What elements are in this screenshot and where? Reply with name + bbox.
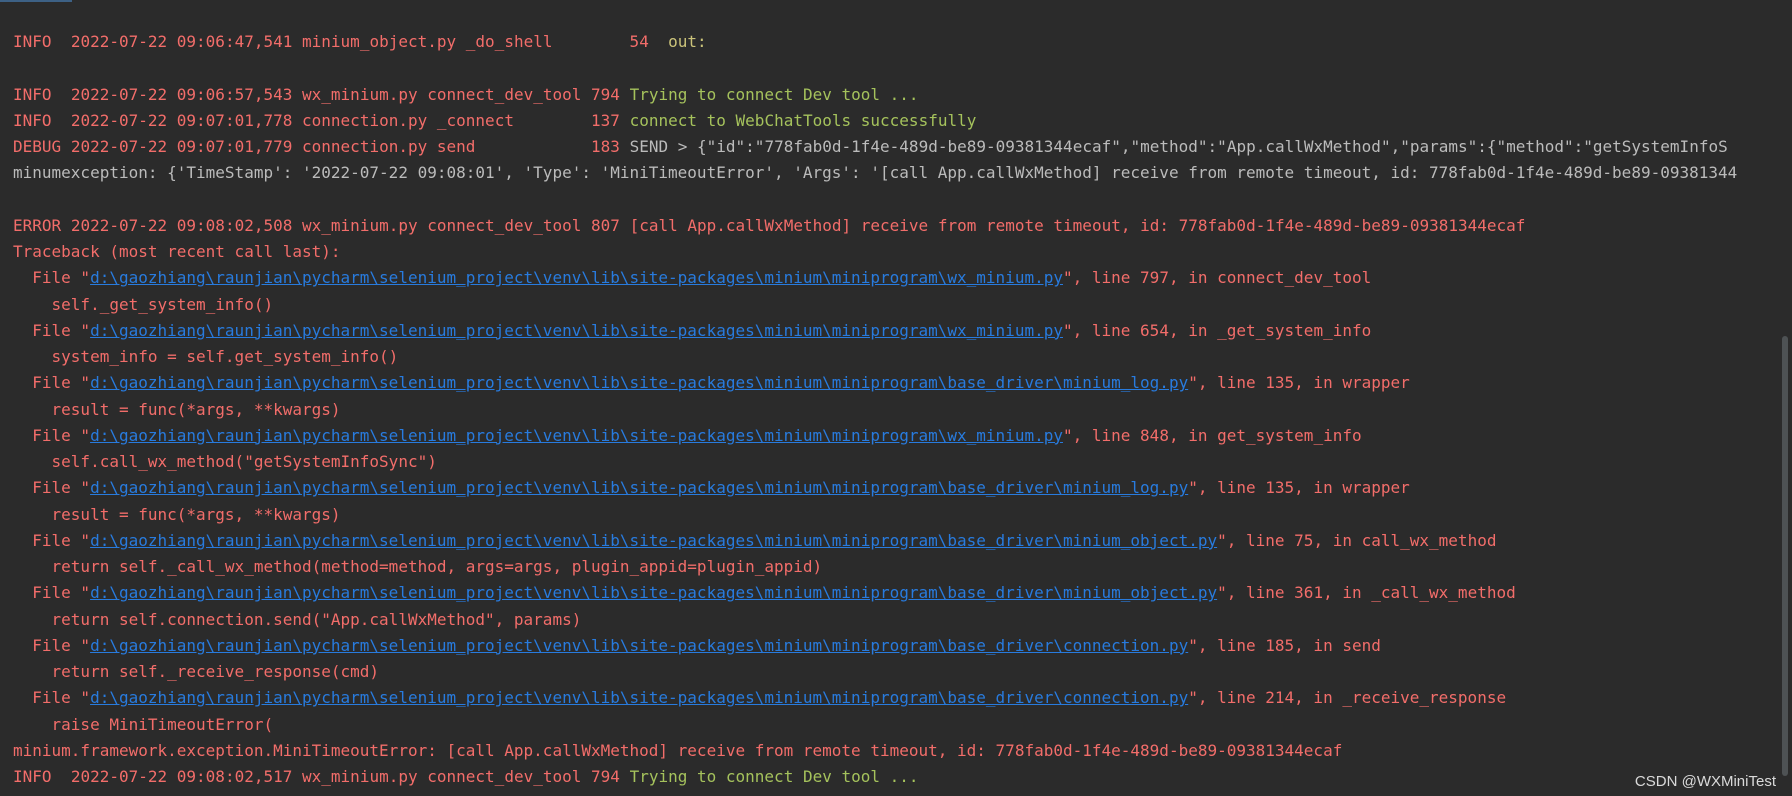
vertical-scrollbar[interactable]	[1778, 0, 1792, 796]
frame-prefix: File "	[13, 478, 91, 498]
log-timestamp: 2022-07-22 09:08:02,517	[70, 767, 293, 786]
log-message: SEND > {"id":"778fab0d-1f4e-489d-be89-09…	[629, 137, 1728, 156]
log-module: minium_object.py	[302, 32, 457, 51]
frame-suffix: ", line 135, in wrapper	[1188, 373, 1410, 393]
frame-prefix: File "	[13, 635, 91, 655]
frame-suffix: ", line 797, in connect_dev_tool	[1062, 268, 1372, 288]
traceback-frame: File "d:\gaozhiang\raunjian\pycharm\sele…	[13, 475, 1778, 501]
log-function: _connect	[436, 110, 582, 130]
frame-prefix: File "	[13, 583, 91, 603]
log-level: DEBUG	[13, 137, 62, 156]
traceback-frame: File "d:\gaozhiang\raunjian\pycharm\sele…	[13, 633, 1778, 659]
log-line: INFO 2022-07-22 09:07:01,778 connection.…	[13, 108, 1778, 134]
traceback-code: return self.connection.send("App.callWxM…	[13, 609, 582, 629]
frame-prefix: File "	[13, 530, 91, 550]
traceback-code: system_info = self.get_system_info()	[13, 347, 399, 366]
log-lineno: 137	[591, 110, 620, 130]
frame-suffix: ", line 214, in _receive_response	[1188, 688, 1507, 708]
frame-suffix: ", line 135, in wrapper	[1188, 478, 1410, 498]
traceback-frame: File "d:\gaozhiang\raunjian\pycharm\sele…	[13, 580, 1778, 606]
log-message: out:	[668, 32, 707, 51]
log-lineno: 54	[619, 32, 659, 51]
log-line: ERROR 2022-07-22 09:08:02,508 wx_minium.…	[13, 213, 1778, 239]
frame-suffix: ", line 75, in call_wx_method	[1217, 530, 1497, 550]
log-function: connect_dev_tool	[427, 215, 582, 235]
log-line: INFO 2022-07-22 09:06:57,543 wx_minium.p…	[13, 82, 1778, 108]
log-lineno: 794	[591, 767, 620, 786]
frame-suffix: ", line 654, in _get_system_info	[1062, 320, 1372, 340]
traceback-code: self.call_wx_method("getSystemInfoSync")	[13, 452, 437, 471]
frame-prefix: File "	[13, 268, 91, 288]
log-timestamp: 2022-07-22 09:08:02,508	[70, 215, 293, 235]
frame-prefix: File "	[13, 320, 91, 340]
log-line: INFO 2022-07-22 09:06:47,541 minium_obje…	[13, 29, 1778, 55]
log-lineno: 807	[591, 215, 620, 235]
traceback-frame: File "d:\gaozhiang\raunjian\pycharm\sele…	[13, 685, 1778, 711]
csdn-watermark: CSDN @WXMiniTest	[1634, 773, 1776, 790]
frame-prefix: File "	[13, 373, 91, 393]
frame-prefix: File "	[13, 688, 91, 708]
traceback-header: Traceback (most recent call last):	[13, 242, 341, 261]
frame-suffix: ", line 361, in _call_wx_method	[1217, 583, 1516, 603]
file-path-link[interactable]: d:\gaozhiang\raunjian\pycharm\selenium_p…	[90, 268, 1063, 287]
log-lineno: 794	[591, 84, 620, 104]
file-path-link[interactable]: d:\gaozhiang\raunjian\pycharm\selenium_p…	[90, 583, 1217, 602]
log-function: send	[436, 137, 582, 156]
traceback-code: return self._call_wx_method(method=metho…	[13, 557, 823, 576]
traceback-code: result = func(*args, **kwargs)	[13, 399, 341, 419]
file-path-link[interactable]: d:\gaozhiang\raunjian\pycharm\selenium_p…	[90, 478, 1188, 497]
log-timestamp: 2022-07-22 09:06:57,543	[70, 84, 293, 104]
frame-suffix: ", line 848, in get_system_info	[1062, 425, 1362, 445]
scrollbar-thumb[interactable]	[1782, 336, 1788, 776]
file-path-link[interactable]: d:\gaozhiang\raunjian\pycharm\selenium_p…	[90, 321, 1063, 340]
log-level: ERROR	[13, 215, 62, 235]
exception-line: minumexception: {'TimeStamp': '2022-07-2…	[13, 163, 1738, 183]
frame-suffix: ", line 185, in send	[1188, 635, 1381, 655]
file-path-link[interactable]: d:\gaozhiang\raunjian\pycharm\selenium_p…	[90, 688, 1188, 707]
log-function: connect_dev_tool	[427, 767, 582, 786]
log-module: wx_minium.py	[302, 767, 418, 786]
log-module: wx_minium.py	[302, 215, 418, 235]
log-timestamp: 2022-07-22 09:07:01,778	[70, 110, 293, 130]
log-message: Trying to connect Dev tool ...	[629, 84, 919, 104]
log-message: connect to WebChatTools successfully	[629, 110, 977, 130]
file-path-link[interactable]: d:\gaozhiang\raunjian\pycharm\selenium_p…	[90, 636, 1188, 655]
traceback-code: result = func(*args, **kwargs)	[13, 504, 341, 524]
log-timestamp: 2022-07-22 09:06:47,541	[70, 32, 293, 51]
log-message: [call App.callWxMethod] receive from rem…	[629, 215, 1526, 235]
traceback-frame: File "d:\gaozhiang\raunjian\pycharm\sele…	[13, 265, 1778, 291]
log-function: connect_dev_tool	[427, 84, 582, 104]
log-function: _do_shell	[465, 32, 611, 51]
log-timestamp: 2022-07-22 09:07:01,779	[70, 137, 293, 156]
log-lineno: 183	[591, 137, 620, 156]
traceback-code: return self._receive_response(cmd)	[13, 662, 380, 681]
file-path-link[interactable]: d:\gaozhiang\raunjian\pycharm\selenium_p…	[90, 531, 1217, 550]
log-line: INFO 2022-07-22 09:08:02,517 wx_minium.p…	[13, 764, 1778, 790]
log-level: INFO	[13, 32, 62, 51]
log-level: INFO	[13, 84, 62, 104]
log-level: INFO	[13, 767, 62, 786]
file-path-link[interactable]: d:\gaozhiang\raunjian\pycharm\selenium_p…	[90, 426, 1063, 445]
frame-prefix: File "	[13, 425, 91, 445]
run-tab-indicator	[0, 0, 72, 2]
file-path-link[interactable]: d:\gaozhiang\raunjian\pycharm\selenium_p…	[90, 373, 1188, 392]
exception-message: minium.framework.exception.MiniTimeoutEr…	[13, 740, 1343, 760]
traceback-frame: File "d:\gaozhiang\raunjian\pycharm\sele…	[13, 423, 1778, 449]
log-module: connection.py	[302, 137, 428, 156]
traceback-frame: File "d:\gaozhiang\raunjian\pycharm\sele…	[13, 318, 1778, 344]
traceback-frame: File "d:\gaozhiang\raunjian\pycharm\sele…	[13, 528, 1778, 554]
traceback-frame: File "d:\gaozhiang\raunjian\pycharm\sele…	[13, 370, 1778, 396]
traceback-code: self._get_system_info()	[13, 294, 274, 314]
log-level: INFO	[13, 110, 62, 130]
log-message: Trying to connect Dev tool ...	[629, 767, 919, 786]
log-module: wx_minium.py	[302, 84, 418, 104]
traceback-code: raise MiniTimeoutError(	[13, 714, 274, 734]
log-module: connection.py	[302, 110, 428, 130]
console-output[interactable]: INFO 2022-07-22 09:06:47,541 minium_obje…	[13, 29, 1778, 796]
log-line: DEBUG 2022-07-22 09:07:01,779 connection…	[13, 134, 1778, 160]
